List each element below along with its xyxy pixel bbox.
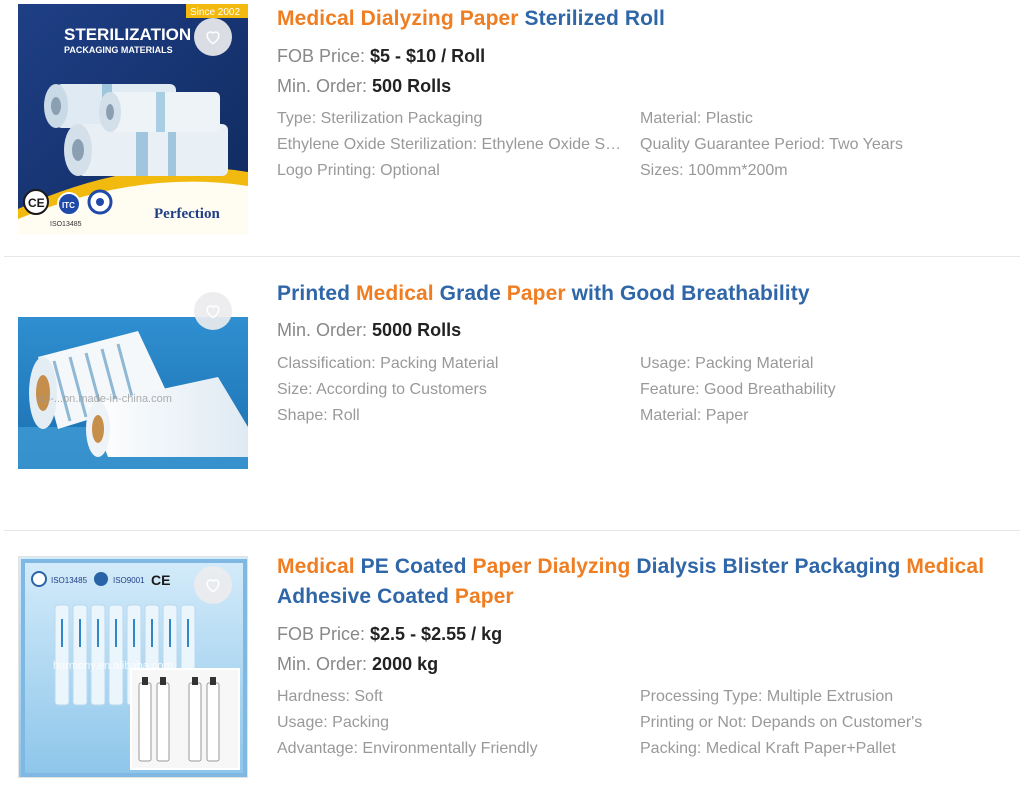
attribute: Printing or Not: Depands on Customer's — [640, 714, 923, 731]
attribute: Hardness: Soft — [277, 688, 383, 705]
svg-text:CE: CE — [28, 196, 45, 210]
title-keyword: Medical — [277, 555, 355, 578]
attribute: Material: Paper — [640, 407, 749, 424]
fob-price-value: $5 - $10 / Roll — [370, 46, 486, 66]
title-word: Packaging — [794, 555, 901, 578]
attribute: Logo Printing: Optional — [277, 162, 440, 179]
title-word: Good — [619, 282, 676, 305]
cert-label: ISO9001 — [113, 576, 145, 585]
attribute: Size: According to Customers — [277, 381, 487, 398]
attribute: Processing Type: Multiple Extrusion — [640, 688, 894, 705]
svg-text:ITC: ITC — [62, 201, 75, 210]
product-card: op-...on.made-in-china.com Printed Medic… — [0, 257, 1024, 530]
fob-price-value: $2.5 - $2.55 / kg — [370, 624, 503, 644]
image-banner-text: STERILIZATION — [64, 25, 191, 44]
heart-outline-icon — [206, 579, 220, 593]
fob-price-label: FOB Price: — [277, 624, 366, 644]
attribute: Packing: Medical Kraft Paper+Pallet — [640, 740, 896, 757]
title-word: PE — [360, 555, 389, 578]
title-keyword: Dialyzing — [537, 555, 631, 578]
min-order-label: Min. Order: — [277, 320, 368, 340]
iso-label: ISO13485 — [50, 221, 82, 228]
title-word: Roll — [624, 7, 665, 30]
favorite-button[interactable] — [194, 18, 232, 56]
heart-outline-icon — [206, 31, 220, 45]
product-card: ISO13485 ISO9001 CE harmony.en.alibaba.c… — [0, 531, 1024, 786]
fob-price: FOB Price: $5 - $10 / Roll — [277, 43, 485, 69]
title-word: Printed — [277, 282, 351, 305]
attribute: Shape: Roll — [277, 407, 360, 424]
title-keyword: Paper — [459, 7, 519, 30]
image-sub-text: PACKAGING MATERIALS — [64, 45, 173, 55]
title-keyword: Dialyzing — [360, 7, 454, 30]
attribute: Material: Plastic — [640, 110, 753, 127]
min-order-label: Min. Order: — [277, 654, 368, 674]
favorite-button[interactable] — [194, 292, 232, 330]
title-keyword: Medical — [906, 555, 985, 578]
product-image[interactable]: op-...on.made-in-china.com — [18, 317, 248, 469]
attribute: Type: Sterilization Packaging — [277, 110, 483, 127]
product-title[interactable]: Medical PE Coated Paper Dialyzing Dialys… — [277, 552, 997, 612]
attribute: Feature: Good Breathability — [640, 381, 836, 398]
title-word: Sterilized — [524, 7, 619, 30]
title-word: Breathability — [681, 282, 810, 305]
title-keyword: Medical — [355, 282, 434, 305]
min-order-value: 500 Rolls — [372, 76, 452, 96]
min-order: Min. Order: 5000 Rolls — [277, 317, 461, 343]
attribute: Ethylene Oxide Sterilization: Ethylene O… — [277, 136, 625, 153]
min-order-value: 5000 Rolls — [372, 320, 462, 340]
fob-price: FOB Price: $2.5 - $2.55 / kg — [277, 621, 502, 647]
paper-rolls-image: op-...on.made-in-china.com — [18, 317, 248, 469]
cert-label: ISO13485 — [51, 576, 88, 585]
attribute: Usage: Packing Material — [640, 355, 814, 372]
attribute: Advantage: Environmentally Friendly — [277, 740, 538, 757]
since-badge: Since 2002 — [190, 7, 240, 18]
min-order: Min. Order: 500 Rolls — [277, 73, 451, 99]
title-keyword: Paper — [506, 282, 566, 305]
brand-label: Perfection — [154, 206, 220, 222]
title-keyword: Paper — [472, 555, 532, 578]
image-watermark: op-...on.made-in-china.com — [38, 393, 172, 405]
title-word: Coated — [377, 585, 449, 608]
attribute: Sizes: 100mm*200m — [640, 162, 788, 179]
product-title[interactable]: Printed Medical Grade Paper with Good Br… — [277, 279, 997, 309]
min-order-label: Min. Order: — [277, 76, 368, 96]
attribute: Classification: Packing Material — [277, 355, 499, 372]
title-word: Adhesive — [277, 585, 372, 608]
title-keyword: Paper — [454, 585, 514, 608]
title-word: Dialysis — [636, 555, 717, 578]
min-order-value: 2000 kg — [372, 654, 439, 674]
min-order: Min. Order: 2000 kg — [277, 651, 438, 677]
title-keyword: Medical — [277, 7, 355, 30]
title-word: Blister — [722, 555, 789, 578]
product-title[interactable]: Medical Dialyzing Paper Sterilized Roll — [277, 4, 997, 34]
heart-outline-icon — [206, 305, 220, 319]
attribute: Usage: Packing — [277, 714, 390, 731]
title-word: Coated — [394, 555, 467, 578]
attribute: Quality Guarantee Period: Two Years — [640, 136, 903, 153]
favorite-button[interactable] — [194, 566, 232, 604]
svg-text:CE: CE — [151, 572, 170, 588]
title-word: Grade — [439, 282, 501, 305]
title-word: with — [571, 282, 614, 305]
product-card: Since 2002 STERILIZATION PACKAGING MATER… — [0, 0, 1024, 256]
fob-price-label: FOB Price: — [277, 46, 366, 66]
